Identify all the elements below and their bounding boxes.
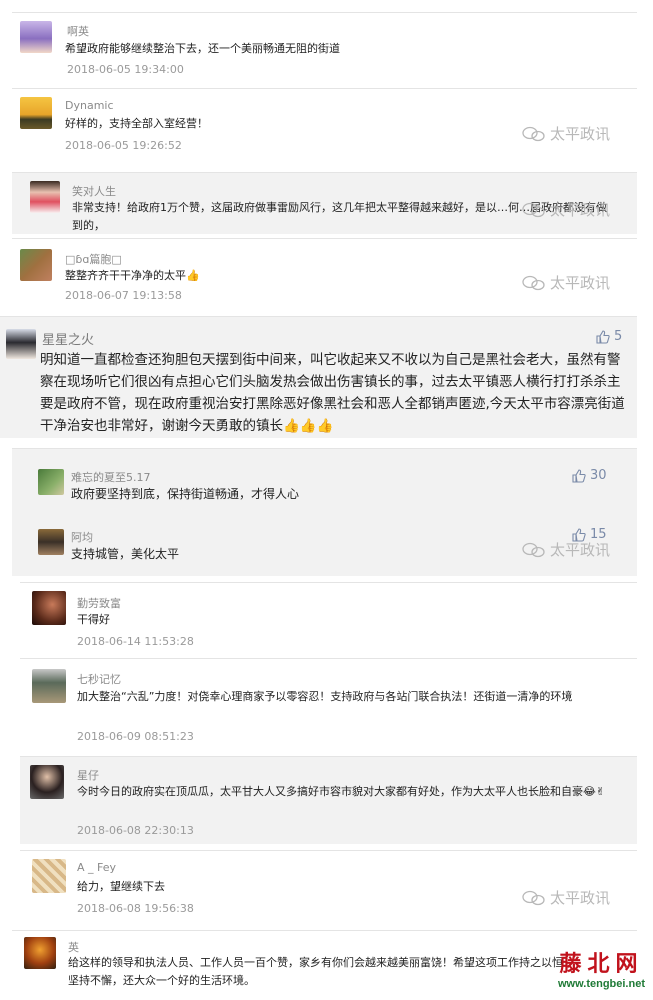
comment-text: 给这样的领导和执法人员、工作人员一百个赞，家乡有你们会越来越美丽富饶！希望这项工… — [68, 956, 563, 987]
wechat-icon — [522, 890, 545, 905]
comment-text: 整整齐齐干干净净的太平👍 — [65, 269, 200, 282]
avatar[interactable] — [32, 669, 66, 703]
watermark: 太平政讯 — [522, 123, 610, 144]
comment-time: 2018-06-05 19:26:52 — [65, 139, 182, 152]
watermark-text: 太平政讯 — [550, 889, 611, 907]
wechat-icon — [522, 126, 545, 141]
comment-text: 明知道一直都检查还狗胆包天摆到街中间来，叫它收起来又不收以为自己是黑社会老大，虽… — [40, 352, 625, 434]
comment-item: Dynamic 好样的，支持全部入室经营！ 2018-06-05 19:26:5… — [12, 88, 637, 163]
comment-time: 2018-06-07 19:13:58 — [65, 289, 182, 302]
thumbs-up-icon — [572, 468, 586, 483]
comment-item: 英 给这样的领导和执法人员、工作人员一百个赞，家乡有你们会越来越美丽富饶！希望这… — [12, 930, 637, 1000]
commenter-name[interactable]: 笑对人生 — [72, 183, 116, 199]
watermark: 太平政讯 — [522, 272, 610, 293]
commenter-name[interactable]: 啊英 — [67, 23, 89, 39]
commenter-name[interactable]: Dynamic — [65, 99, 114, 112]
commenter-name[interactable]: 难忘的夏至5.17 — [71, 469, 151, 485]
commenter-name[interactable]: 英 — [68, 939, 79, 955]
commenter-name[interactable]: 星星之火 — [42, 329, 94, 348]
watermark-text: 太平政讯 — [550, 274, 611, 292]
commenter-name[interactable]: 星仔 — [77, 767, 99, 783]
commenter-name[interactable]: A _ Fey — [77, 861, 116, 874]
watermark: 太平政讯 — [522, 887, 610, 908]
commenter-name[interactable]: 阿均 — [71, 529, 93, 545]
comment-text: 政府要坚持到底，保持街道畅通，才得人心 — [71, 487, 300, 501]
site-logo-name: 藤北网 — [559, 951, 644, 977]
site-logo-url: www.tengbei.net — [558, 978, 645, 990]
like-count[interactable]: 30 — [572, 468, 607, 483]
comment-item: 星仔 今时今日的政府实在顶瓜瓜，太平甘大人又多搞好市容市貌对大家都有好处，作为大… — [20, 756, 637, 844]
avatar[interactable] — [32, 591, 66, 625]
thumbs-up-icon — [596, 329, 610, 344]
comment-item: □ɓɑ篇胞□ 整整齐齐干干净净的太平👍 2018-06-07 19:13:58 … — [12, 238, 637, 312]
comment-text: 给力，望继续下去 — [77, 880, 165, 893]
wechat-icon — [522, 202, 545, 217]
comment-text: 今时今日的政府实在顶瓜瓜，太平甘大人又多搞好市容市貌对大家都有好处，作为大太平人… — [77, 785, 606, 798]
watermark: 太平政讯 — [522, 199, 610, 220]
wechat-icon — [522, 275, 545, 290]
avatar[interactable] — [20, 21, 52, 53]
site-logo: 藤北网 www.tengbei.net — [558, 946, 645, 990]
watermark-text: 太平政讯 — [550, 541, 611, 559]
comment-group: 难忘的夏至5.17 30 政府要坚持到底，保持街道畅通，才得人心 阿均 15 支… — [12, 448, 637, 576]
comment-item: 勤劳致富 干得好 2018-06-14 11:53:28 — [20, 582, 637, 652]
avatar[interactable] — [20, 249, 52, 281]
comment-time: 2018-06-08 19:56:38 — [77, 902, 194, 915]
comment-time: 2018-06-05 19:34:00 — [67, 63, 184, 76]
avatar[interactable] — [38, 529, 64, 555]
comment-item: 星星之火 5 明知道一直都检查还狗胆包天摆到街中间来，叫它收起来又不收以为自己是… — [0, 316, 637, 438]
comment-time: 2018-06-08 22:30:13 — [77, 824, 194, 837]
avatar[interactable] — [20, 97, 52, 129]
comment-item: 啊英 希望政府能够继续整治下去，还一个美丽畅通无阻的街道 2018-06-05 … — [12, 12, 637, 87]
avatar[interactable] — [6, 329, 36, 359]
comment-text: 加大整治“六乱”力度！对侥幸心理商家予以零容忍！支持政府与各站门联合执法！还街道… — [77, 690, 573, 703]
wechat-icon — [522, 542, 545, 557]
comment-text: 好样的，支持全部入室经营！ — [65, 117, 208, 130]
comment-item: A _ Fey 给力，望继续下去 2018-06-08 19:56:38 太平政… — [20, 850, 637, 928]
avatar[interactable] — [24, 937, 56, 969]
comment-text: 支持城管，美化太平 — [71, 547, 180, 561]
watermark: 太平政讯 — [522, 539, 610, 560]
comment-item: 笑对人生 非常支持！给政府1万个赞，这届政府做事雷励风行，这几年把太平整得越来越… — [12, 172, 637, 234]
avatar[interactable] — [30, 765, 64, 799]
watermark-text: 太平政讯 — [550, 201, 611, 219]
avatar[interactable] — [32, 859, 66, 893]
avatar[interactable] — [38, 469, 64, 495]
comment-time: 2018-06-14 11:53:28 — [77, 635, 194, 648]
comment-text: 希望政府能够继续整治下去，还一个美丽畅通无阻的街道 — [65, 42, 340, 55]
commenter-name[interactable]: 七秒记忆 — [77, 671, 121, 687]
avatar[interactable] — [30, 181, 60, 213]
comment-text: 干得好 — [77, 613, 110, 626]
watermark-text: 太平政讯 — [550, 125, 611, 143]
comment-item: 七秒记忆 加大整治“六乱”力度！对侥幸心理商家予以零容忍！支持政府与各站门联合执… — [20, 658, 637, 750]
like-count[interactable]: 5 — [596, 329, 622, 344]
comment-time: 2018-06-09 08:51:23 — [77, 730, 194, 743]
